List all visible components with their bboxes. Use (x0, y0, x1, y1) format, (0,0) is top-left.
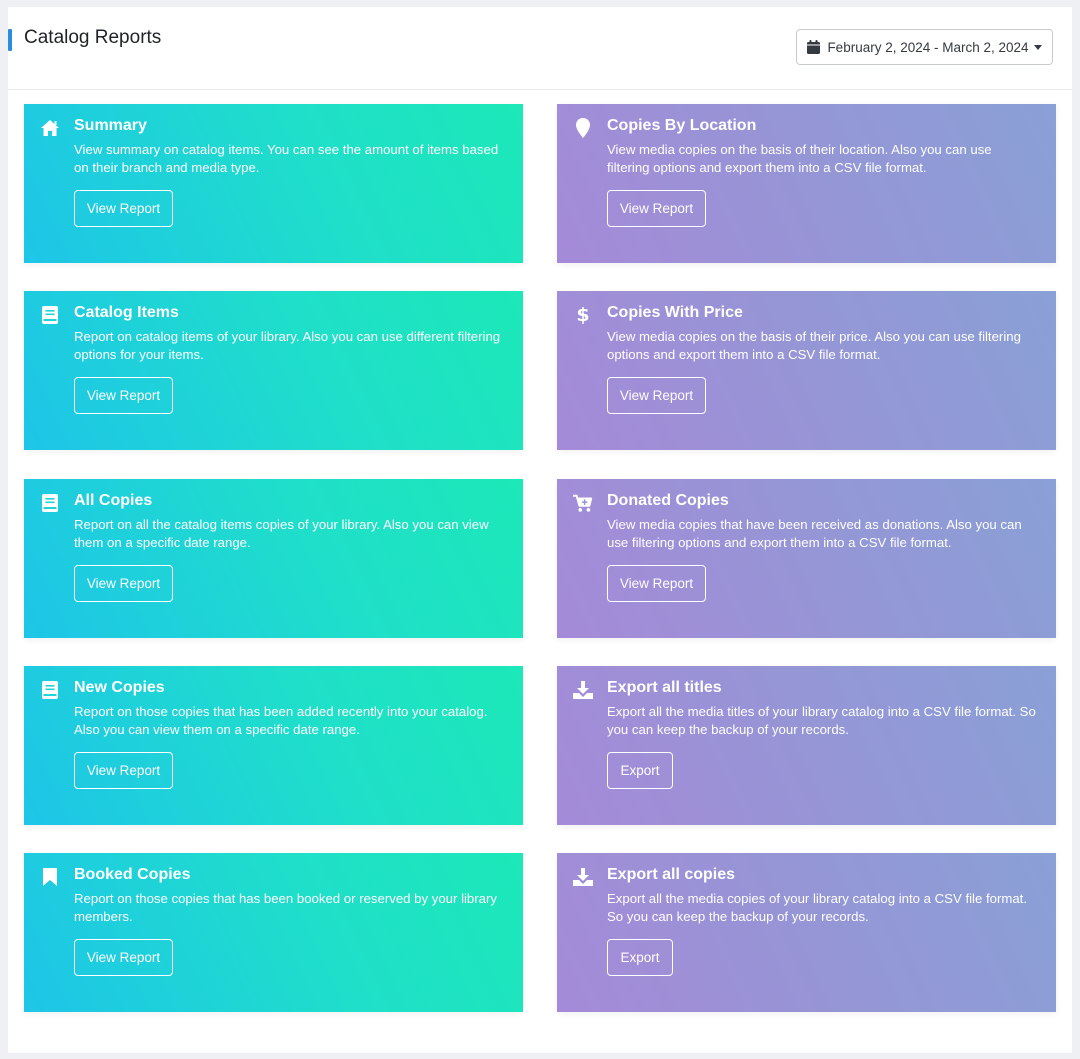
report-card-copies-with-price: $ Copies With Price View media copies on… (557, 291, 1056, 450)
card-description: View summary on catalog items. You can s… (74, 142, 499, 175)
export-button[interactable]: Export (607, 939, 673, 976)
view-report-button[interactable]: View Report (607, 377, 706, 414)
view-report-button[interactable]: View Report (74, 939, 173, 976)
card-description: Report on those copies that has been boo… (74, 891, 497, 924)
map-marker-icon (573, 118, 593, 138)
home-icon (40, 118, 60, 138)
card-title: New Copies (74, 679, 165, 696)
page-title: Catalog Reports (24, 27, 162, 48)
report-card-export-all-copies: Export all copies Export all the media c… (557, 853, 1056, 1012)
report-card-copies-by-location: Copies By Location View media copies on … (557, 104, 1056, 263)
report-card-summary: Summary View summary on catalog items. Y… (24, 104, 523, 263)
card-title: Export all copies (607, 866, 736, 883)
card-description: Report on all the catalog items copies o… (74, 517, 489, 550)
report-card-donated-copies: Donated Copies View media copies that ha… (557, 479, 1056, 638)
view-report-button[interactable]: View Report (74, 190, 173, 227)
report-card-booked-copies: Booked Copies Report on those copies tha… (24, 853, 523, 1012)
report-card-export-all-titles: Export all titles Export all the media t… (557, 666, 1056, 825)
report-card-all-copies: All Copies Report on all the catalog ite… (24, 479, 523, 638)
report-card-new-copies: New Copies Report on those copies that h… (24, 666, 523, 825)
card-title: Catalog Items (74, 304, 179, 321)
chevron-down-icon (1033, 44, 1042, 50)
book-icon (40, 680, 60, 700)
card-description: Report on catalog items of your library.… (74, 329, 501, 362)
cart-icon (573, 493, 593, 513)
card-title: All Copies (74, 492, 153, 509)
card-description: View media copies on the basis of their … (607, 329, 1021, 362)
card-title: Copies With Price (607, 304, 743, 321)
card-title: Donated Copies (607, 492, 729, 509)
download-icon (573, 680, 593, 700)
calendar-icon (807, 40, 821, 54)
title-accent-bar (8, 29, 12, 51)
view-report-button[interactable]: View Report (74, 752, 173, 789)
view-report-button[interactable]: View Report (74, 565, 173, 602)
card-description: View media copies that have been receive… (607, 517, 1022, 550)
book-icon (40, 493, 60, 513)
book-icon (40, 305, 60, 325)
report-card-catalog-items: Catalog Items Report on catalog items of… (24, 291, 523, 450)
view-report-button[interactable]: View Report (607, 190, 706, 227)
card-title: Summary (74, 117, 147, 134)
download-icon (573, 867, 593, 887)
card-description: View media copies on the basis of their … (607, 142, 992, 175)
date-range-picker[interactable]: February 2, 2024 - March 2, 2024 (796, 29, 1053, 65)
card-description: Export all the media titles of your libr… (607, 704, 1036, 737)
view-report-button[interactable]: View Report (74, 377, 173, 414)
page-header: Catalog Reports February 2, 2024 - March… (8, 7, 1072, 90)
card-description: Export all the media copies of your libr… (607, 891, 1027, 924)
card-description: Report on those copies that has been add… (74, 704, 488, 737)
card-title: Export all titles (607, 679, 722, 696)
card-title: Copies By Location (607, 117, 757, 134)
bookmark-icon (40, 867, 60, 887)
date-range-label: February 2, 2024 - March 2, 2024 (827, 39, 1029, 55)
view-report-button[interactable]: View Report (607, 565, 706, 602)
dollar-icon: $ (576, 304, 590, 326)
card-title: Booked Copies (74, 866, 191, 883)
export-button[interactable]: Export (607, 752, 673, 789)
catalog-reports-panel: Catalog Reports February 2, 2024 - March… (8, 7, 1072, 1053)
